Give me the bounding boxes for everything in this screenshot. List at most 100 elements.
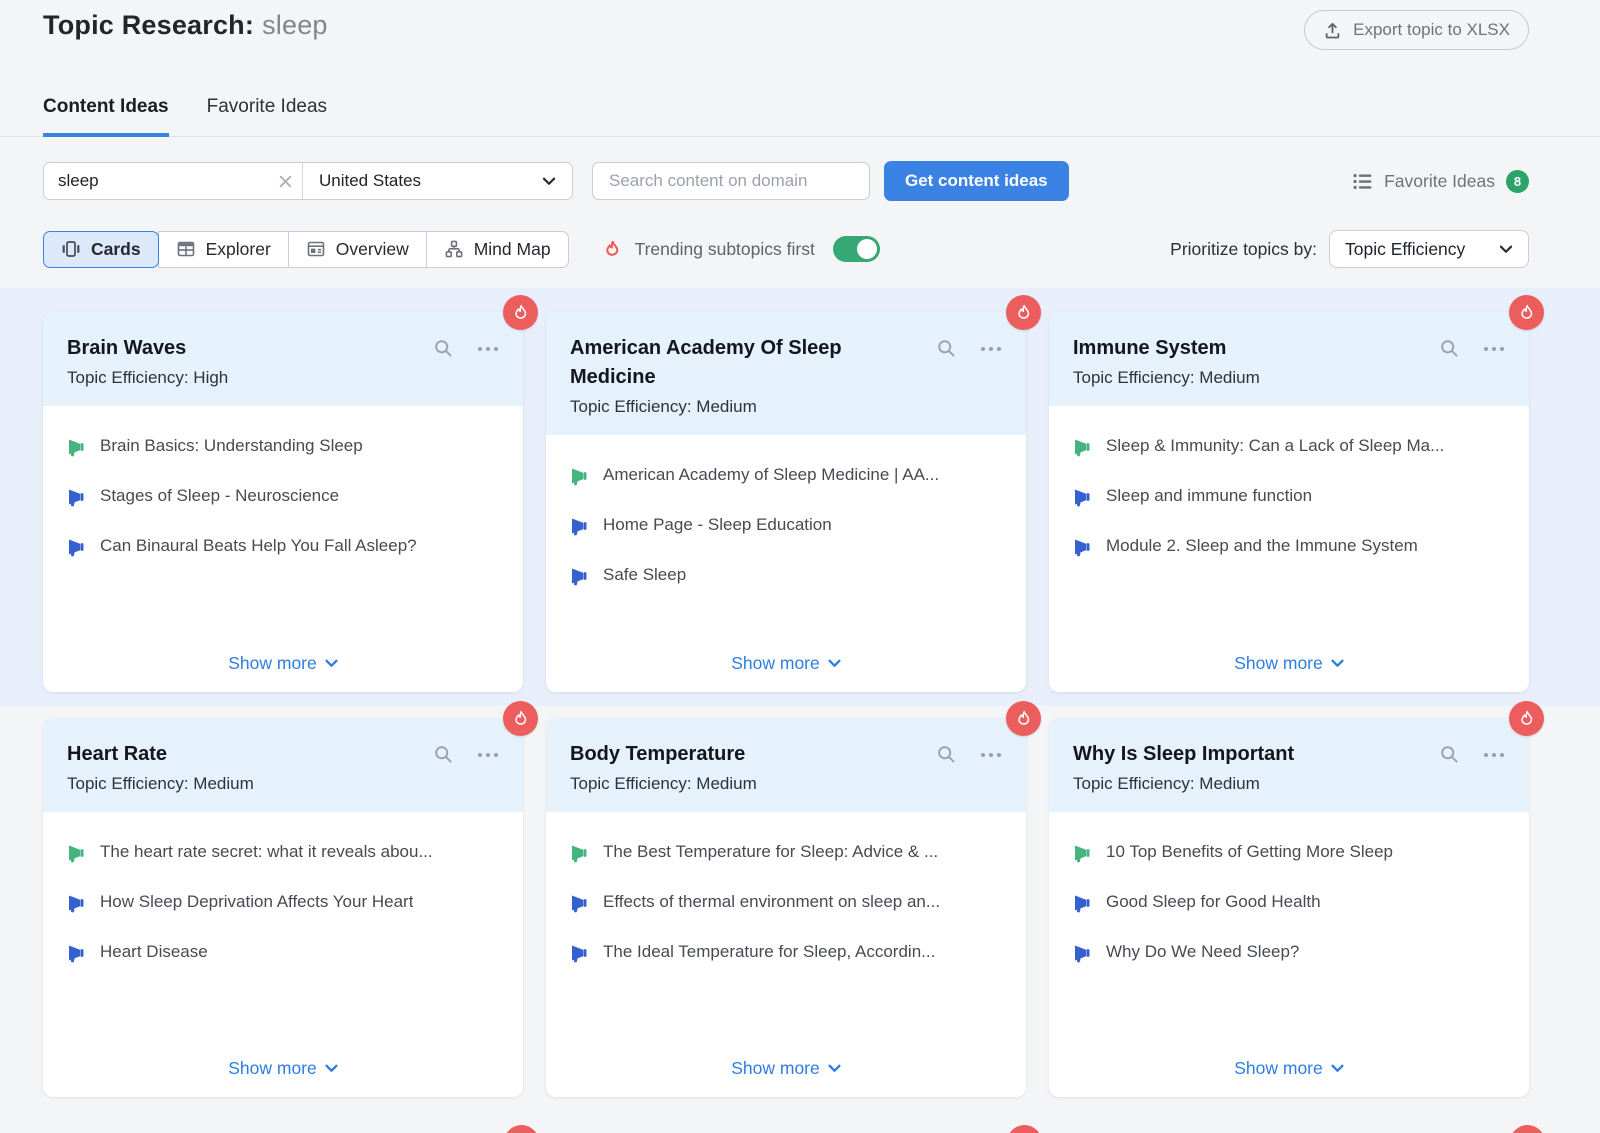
card-search-icon[interactable] [433, 744, 454, 765]
show-more-link[interactable]: Show more [43, 1058, 523, 1097]
country-select[interactable]: United States [302, 163, 572, 199]
content-idea-item[interactable]: Stages of Sleep - Neuroscience [67, 486, 499, 512]
view-explorer-button[interactable]: Explorer [158, 231, 289, 268]
clear-query-icon[interactable] [268, 163, 302, 199]
card-search-icon[interactable] [433, 338, 454, 359]
content-idea-item[interactable]: Safe Sleep [570, 565, 1002, 591]
mindmap-icon [444, 239, 464, 259]
content-idea-text: Can Binaural Beats Help You Fall Asleep? [100, 536, 417, 556]
view-cards-button[interactable]: Cards [43, 231, 159, 268]
table-icon [176, 239, 196, 259]
trending-flame-badge [503, 295, 538, 330]
content-idea-text: Safe Sleep [603, 565, 686, 585]
trending-flame-badge [503, 701, 538, 736]
topic-card-aasm: American Academy Of Sleep Medicine Topic… [546, 312, 1026, 692]
card-search-icon[interactable] [936, 744, 957, 765]
card-topic-efficiency: Topic Efficiency: Medium [1073, 368, 1505, 388]
content-idea-item[interactable]: American Academy of Sleep Medicine | AA.… [570, 465, 1002, 491]
content-idea-item[interactable]: Module 2. Sleep and the Immune System [1073, 536, 1505, 562]
megaphone-icon [1073, 487, 1093, 512]
view-overview-button[interactable]: Overview [288, 231, 427, 268]
content-idea-item[interactable]: Why Do We Need Sleep? [1073, 942, 1505, 968]
export-topic-button[interactable]: Export topic to XLSX [1304, 10, 1529, 50]
view-mindmap-label: Mind Map [474, 239, 551, 260]
card-more-icon[interactable] [980, 338, 1002, 359]
content-idea-item[interactable]: The Ideal Temperature for Sleep, Accordi… [570, 942, 1002, 968]
get-content-ideas-button[interactable]: Get content ideas [884, 161, 1069, 201]
megaphone-icon [570, 843, 590, 868]
card-more-icon[interactable] [980, 744, 1002, 765]
trending-flame-badge-peek [1510, 1125, 1545, 1133]
view-explorer-label: Explorer [206, 239, 271, 260]
tab-content-ideas[interactable]: Content Ideas [43, 96, 169, 137]
show-more-link[interactable]: Show more [546, 1058, 1026, 1097]
content-idea-text: Effects of thermal environment on sleep … [603, 892, 940, 912]
content-idea-item[interactable]: Can Binaural Beats Help You Fall Asleep? [67, 536, 499, 562]
card-actions [936, 338, 1002, 359]
favorite-ideas-link[interactable]: Favorite Ideas 8 [1352, 170, 1529, 193]
card-idea-list: The Best Temperature for Sleep: Advice &… [546, 812, 1026, 1058]
show-more-label: Show more [228, 1058, 317, 1079]
card-header: Why Is Sleep Important Topic Efficiency:… [1049, 718, 1529, 812]
content-idea-item[interactable]: The Best Temperature for Sleep: Advice &… [570, 842, 1002, 868]
prioritize-control: Prioritize topics by: Topic Efficiency [1170, 230, 1529, 268]
export-topic-label: Export topic to XLSX [1353, 20, 1510, 40]
cards-row-2: Heart Rate Topic Efficiency: Medium The … [43, 718, 1529, 1097]
content-idea-item[interactable]: Brain Basics: Understanding Sleep [67, 436, 499, 462]
trending-subtopics-control: Trending subtopics first [602, 236, 880, 262]
content-idea-item[interactable]: Sleep & Immunity: Can a Lack of Sleep Ma… [1073, 436, 1505, 462]
card-header: Body Temperature Topic Efficiency: Mediu… [546, 718, 1026, 812]
topic-card-body-temperature: Body Temperature Topic Efficiency: Mediu… [546, 718, 1026, 1097]
trending-subtopics-label: Trending subtopics first [635, 239, 815, 260]
content-idea-item[interactable]: Effects of thermal environment on sleep … [570, 892, 1002, 918]
domain-search-input[interactable] [592, 162, 870, 200]
content-idea-item[interactable]: Heart Disease [67, 942, 499, 968]
content-idea-item[interactable]: How Sleep Deprivation Affects Your Heart [67, 892, 499, 918]
content-idea-text: Sleep and immune function [1106, 486, 1312, 506]
megaphone-icon [1073, 843, 1093, 868]
prioritize-select[interactable]: Topic Efficiency [1329, 230, 1529, 268]
upload-icon [1323, 21, 1342, 40]
content-idea-text: American Academy of Sleep Medicine | AA.… [603, 465, 939, 485]
show-more-link[interactable]: Show more [1049, 653, 1529, 692]
card-search-icon[interactable] [1439, 744, 1460, 765]
show-more-label: Show more [731, 653, 820, 674]
megaphone-icon [67, 943, 87, 968]
show-more-link[interactable]: Show more [43, 653, 523, 692]
megaphone-icon [570, 466, 590, 491]
card-more-icon[interactable] [1483, 744, 1505, 765]
card-search-icon[interactable] [1439, 338, 1460, 359]
topic-query-input[interactable] [44, 163, 268, 199]
content-idea-item[interactable]: Good Sleep for Good Health [1073, 892, 1505, 918]
content-idea-item[interactable]: Sleep and immune function [1073, 486, 1505, 512]
content-idea-item[interactable]: The heart rate secret: what it reveals a… [67, 842, 499, 868]
content-idea-item[interactable]: 10 Top Benefits of Getting More Sleep [1073, 842, 1505, 868]
megaphone-icon [1073, 893, 1093, 918]
card-actions [433, 338, 499, 359]
view-mindmap-button[interactable]: Mind Map [426, 231, 569, 268]
tabs: Content Ideas Favorite Ideas [0, 96, 1600, 137]
toggle-knob [857, 239, 877, 259]
card-topic-efficiency: Topic Efficiency: Medium [67, 774, 499, 794]
show-more-link[interactable]: Show more [1049, 1058, 1529, 1097]
content-idea-item[interactable]: Home Page - Sleep Education [570, 515, 1002, 541]
content-idea-text: The Ideal Temperature for Sleep, Accordi… [603, 942, 935, 962]
card-more-icon[interactable] [1483, 338, 1505, 359]
prioritize-label: Prioritize topics by: [1170, 239, 1317, 260]
card-actions [936, 744, 1002, 765]
content-idea-text: Home Page - Sleep Education [603, 515, 832, 535]
card-header: American Academy Of Sleep Medicine Topic… [546, 312, 1026, 435]
card-search-icon[interactable] [936, 338, 957, 359]
tab-favorite-ideas[interactable]: Favorite Ideas [207, 96, 327, 137]
trending-toggle-switch[interactable] [833, 236, 880, 262]
card-more-icon[interactable] [477, 744, 499, 765]
trending-flame-badge [1509, 295, 1544, 330]
card-more-icon[interactable] [477, 338, 499, 359]
megaphone-icon [570, 566, 590, 591]
flame-icon [602, 239, 623, 260]
megaphone-icon [570, 943, 590, 968]
topic-card-why-is-sleep-important: Why Is Sleep Important Topic Efficiency:… [1049, 718, 1529, 1097]
show-more-label: Show more [731, 1058, 820, 1079]
show-more-link[interactable]: Show more [546, 653, 1026, 692]
card-header: Heart Rate Topic Efficiency: Medium [43, 718, 523, 812]
